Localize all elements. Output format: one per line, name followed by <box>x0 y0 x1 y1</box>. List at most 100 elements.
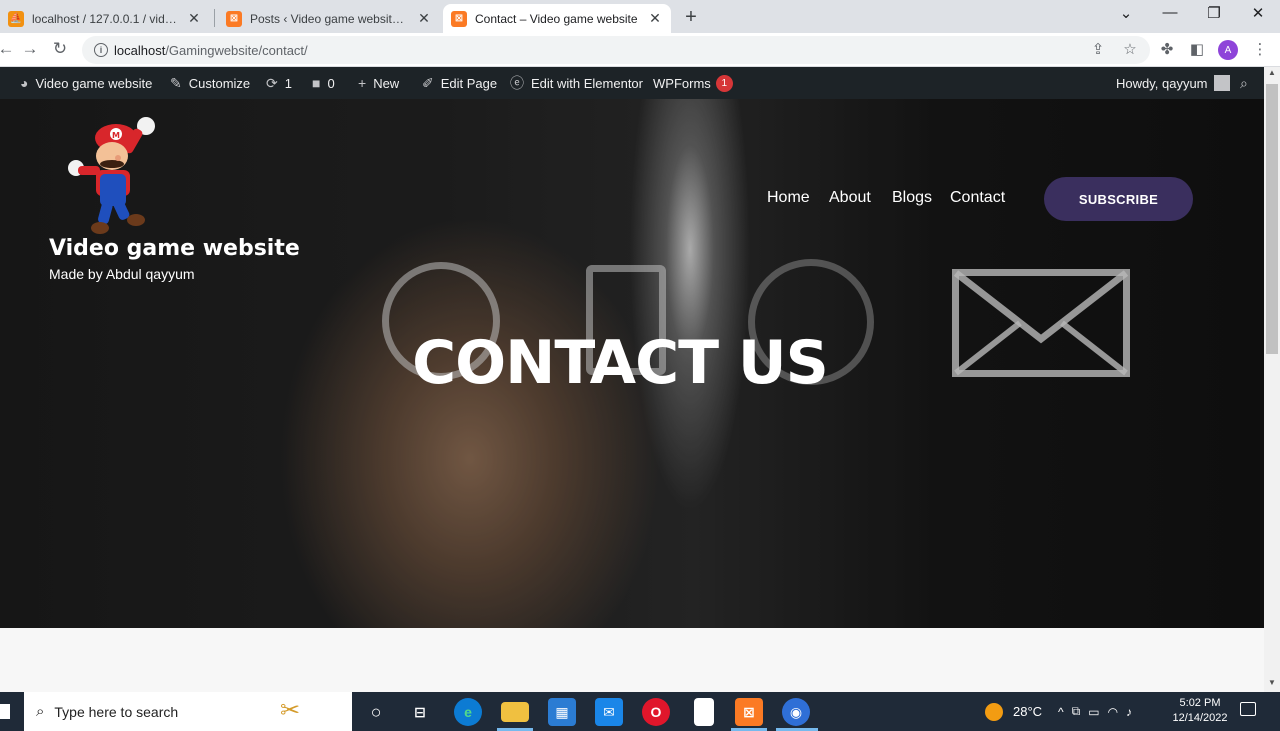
url-host: localhost <box>114 42 166 58</box>
nav-contact[interactable]: Contact <box>950 189 1005 207</box>
nav-about[interactable]: About <box>829 189 871 207</box>
system-tray: ^ ⧉ ▭ ◠ ♪ <box>1058 692 1132 731</box>
admin-site-name[interactable]: ◕ Video game website <box>20 67 152 99</box>
tab-search-chevron-icon[interactable]: ⌄ <box>1112 4 1140 22</box>
url-path: /Gamingwebsite/contact/ <box>165 42 308 58</box>
cortana-icon[interactable]: ○ <box>362 698 390 726</box>
tray-chevron-icon[interactable]: ^ <box>1058 705 1064 719</box>
comment-icon: ■ <box>312 75 321 91</box>
admin-comments[interactable]: ■ 0 <box>312 67 335 99</box>
clock-date: 12/14/2022 <box>1172 712 1228 724</box>
restore-button[interactable]: ❐ <box>1200 4 1228 22</box>
store-icon[interactable]: ▦ <box>548 698 576 726</box>
brush-icon: ✎ <box>170 74 182 91</box>
svg-text:M: M <box>112 131 120 140</box>
meet-now-icon[interactable]: ⧉ <box>1072 704 1081 719</box>
profile-avatar[interactable]: A <box>1218 40 1238 60</box>
opera-icon[interactable]: O <box>642 698 670 726</box>
site-title[interactable]: Video game website <box>49 236 300 261</box>
close-icon[interactable]: ✕ <box>647 10 663 27</box>
updates-count: 1 <box>284 75 292 91</box>
notification-icon[interactable] <box>1240 702 1256 716</box>
admin-new[interactable]: + New <box>358 67 399 99</box>
back-icon[interactable]: ← <box>0 39 16 59</box>
wp-admin-bar: ◕ Video game website ✎ Customize ⟳ 1 ■ 0… <box>0 67 1264 99</box>
bookmark-star-icon[interactable]: ☆ <box>1120 40 1140 58</box>
reload-icon[interactable]: ↻ <box>50 39 70 59</box>
edge-icon[interactable]: e <box>454 698 482 726</box>
nav-blogs[interactable]: Blogs <box>892 189 932 207</box>
browser-toolbar: ← → ↻ i localhost/Gamingwebsite/contact/… <box>0 33 1280 67</box>
site-logo-mario[interactable]: M <box>66 112 158 243</box>
admin-search-icon[interactable]: ⌕ <box>1240 67 1255 99</box>
taskbar-search[interactable]: ⌕ Type here to search ✂ <box>24 692 352 731</box>
tab-phpmyadmin[interactable]: ⛵ localhost / 127.0.0.1 / videogame ✕ <box>0 4 210 33</box>
volume-icon[interactable]: ♪ <box>1126 705 1132 719</box>
search-icon: ⌕ <box>1240 74 1248 91</box>
subscribe-button[interactable]: SUBSCRIBE <box>1044 177 1193 221</box>
battery-icon[interactable]: ▭ <box>1088 705 1099 719</box>
scroll-up-icon[interactable]: ▲ <box>1264 68 1280 82</box>
phpmyadmin-icon: ⛵ <box>8 10 24 27</box>
comments-count: 0 <box>327 75 335 91</box>
side-panel-icon[interactable]: ◧ <box>1187 40 1207 58</box>
close-icon[interactable]: ✕ <box>186 10 202 27</box>
file-explorer-icon[interactable] <box>501 702 529 722</box>
new-tab-button[interactable]: + <box>680 6 702 29</box>
chrome-menu-icon[interactable]: ⋮ <box>1250 40 1270 58</box>
customize-label: Customize <box>188 75 251 91</box>
weather-widget[interactable]: 28°C <box>985 692 1042 731</box>
admin-elementor[interactable]: ⓔ Edit with Elementor <box>510 67 643 99</box>
close-icon[interactable]: ✕ <box>416 10 432 27</box>
nav-home[interactable]: Home <box>767 189 810 207</box>
close-window-button[interactable]: ✕ <box>1244 4 1272 22</box>
user-avatar <box>1213 75 1230 91</box>
weather-temp: 28°C <box>1013 704 1043 719</box>
tab-posts[interactable]: ⊠ Posts ‹ Video game website — W ✕ <box>218 4 440 33</box>
wpforms-badge: 1 <box>715 74 733 92</box>
forward-icon[interactable]: → <box>20 39 40 59</box>
tab-title: Posts ‹ Video game website — W <box>250 11 410 26</box>
updates-icon: ⟳ <box>266 74 278 91</box>
tab-contact[interactable]: ⊠ Contact – Video game website ✕ <box>443 4 671 33</box>
scrollbar-thumb[interactable] <box>1266 84 1278 354</box>
notepad-icon[interactable] <box>694 698 714 726</box>
mail-icon[interactable]: ✉ <box>595 698 623 726</box>
site-info-icon[interactable]: i <box>94 43 108 57</box>
windows-taskbar: ⌕ Type here to search ✂ ○ ⊟ e ▦ ✉ O ⊠ ◉ … <box>0 692 1280 731</box>
extensions-icon[interactable]: ✤ <box>1157 40 1177 58</box>
address-bar[interactable]: i localhost/Gamingwebsite/contact/ <box>82 36 1150 64</box>
scroll-down-icon[interactable]: ▼ <box>1264 678 1280 692</box>
tab-title: localhost / 127.0.0.1 / videogame <box>32 11 180 26</box>
xampp-icon: ⊠ <box>451 10 467 27</box>
share-icon[interactable]: ⇪ <box>1088 40 1108 58</box>
tab-separator <box>214 9 215 27</box>
minimize-button[interactable]: — <box>1156 4 1184 21</box>
chrome-icon[interactable]: ◉ <box>782 698 810 726</box>
search-icon: ⌕ <box>36 703 45 720</box>
task-view-icon[interactable]: ⊟ <box>406 698 434 726</box>
sun-icon <box>985 702 1003 721</box>
browser-tab-strip: ⛵ localhost / 127.0.0.1 / videogame ✕ ⊠ … <box>0 0 1280 33</box>
site-tagline: Made by Abdul qayyum <box>49 266 195 282</box>
admin-edit-page[interactable]: ✐ Edit Page <box>422 67 497 99</box>
howdy-label: Howdy, qayyum <box>1116 75 1208 91</box>
xampp-icon[interactable]: ⊠ <box>735 698 763 726</box>
wpforms-label: WPForms <box>653 75 711 91</box>
xampp-icon: ⊠ <box>226 10 242 27</box>
admin-wpforms[interactable]: WPForms 1 <box>653 67 733 99</box>
admin-account[interactable]: Howdy, qayyum <box>1116 67 1230 99</box>
elementor-label: Edit with Elementor <box>531 75 643 91</box>
taskbar-clock[interactable]: 5:02 PM 12/14/2022 <box>1170 696 1230 726</box>
pencil-icon: ✐ <box>422 74 434 91</box>
edit-page-label: Edit Page <box>440 75 498 91</box>
elementor-icon: ⓔ <box>510 75 524 91</box>
wifi-icon[interactable]: ◠ <box>1108 705 1118 719</box>
windows-start-icon[interactable] <box>0 704 10 719</box>
page-title: CONTACT US <box>412 328 829 398</box>
admin-customize[interactable]: ✎ Customize <box>170 67 250 99</box>
clock-time: 5:02 PM <box>1179 697 1221 709</box>
admin-updates[interactable]: ⟳ 1 <box>266 67 292 99</box>
new-label: New <box>373 75 400 91</box>
tab-title: Contact – Video game website <box>475 11 638 26</box>
